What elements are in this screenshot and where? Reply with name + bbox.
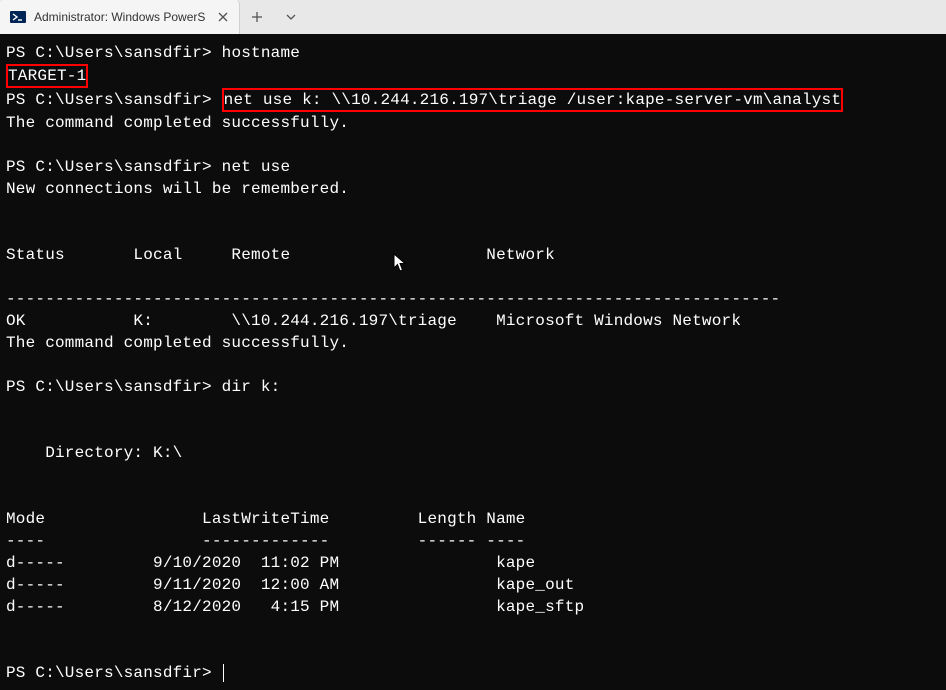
- close-icon[interactable]: [215, 9, 231, 25]
- tabbar-controls: [240, 0, 308, 34]
- highlight-hostname-result: TARGET-1: [6, 64, 88, 88]
- command-netuse-list: net use: [222, 158, 291, 176]
- new-tab-button[interactable]: [240, 0, 274, 34]
- command-dir: dir k:: [222, 378, 281, 396]
- prompt: PS C:\Users\sansdfir>: [6, 158, 212, 176]
- listing-header: Mode LastWriteTime Length Name: [6, 510, 525, 528]
- tab-dropdown-button[interactable]: [274, 0, 308, 34]
- dir-header: Directory: K:\: [6, 444, 182, 462]
- prompt: PS C:\Users\sansdfir>: [6, 378, 212, 396]
- prompt: PS C:\Users\sansdfir>: [6, 664, 212, 682]
- tab-title: Administrator: Windows PowerS: [34, 10, 207, 24]
- terminal-output[interactable]: PS C:\Users\sansdfir> hostname TARGET-1 …: [0, 34, 946, 690]
- window-titlebar: Administrator: Windows PowerS: [0, 0, 946, 34]
- output-line: The command completed successfully.: [6, 114, 349, 132]
- list-item: d----- 9/10/2020 11:02 PM kape: [6, 554, 535, 572]
- prompt: PS C:\Users\sansdfir>: [6, 91, 212, 109]
- prompt: PS C:\Users\sansdfir>: [6, 44, 212, 62]
- table-row: OK K: \\10.244.216.197\triage Microsoft …: [6, 312, 741, 330]
- table-header: Status Local Remote Network: [6, 246, 555, 264]
- highlight-netuse-command: net use k: \\10.244.216.197\triage /user…: [222, 88, 844, 112]
- output-line: New connections will be remembered.: [6, 180, 349, 198]
- powershell-icon: [10, 9, 26, 25]
- text-cursor: [223, 664, 224, 682]
- list-item: d----- 8/12/2020 4:15 PM kape_sftp: [6, 598, 584, 616]
- command-hostname: hostname: [222, 44, 300, 62]
- tab-powershell[interactable]: Administrator: Windows PowerS: [0, 0, 240, 34]
- listing-rule: ---- ------------- ------ ----: [6, 532, 525, 550]
- list-item: d----- 9/11/2020 12:00 AM kape_out: [6, 576, 575, 594]
- table-rule: ----------------------------------------…: [6, 290, 780, 308]
- output-line: The command completed successfully.: [6, 334, 349, 352]
